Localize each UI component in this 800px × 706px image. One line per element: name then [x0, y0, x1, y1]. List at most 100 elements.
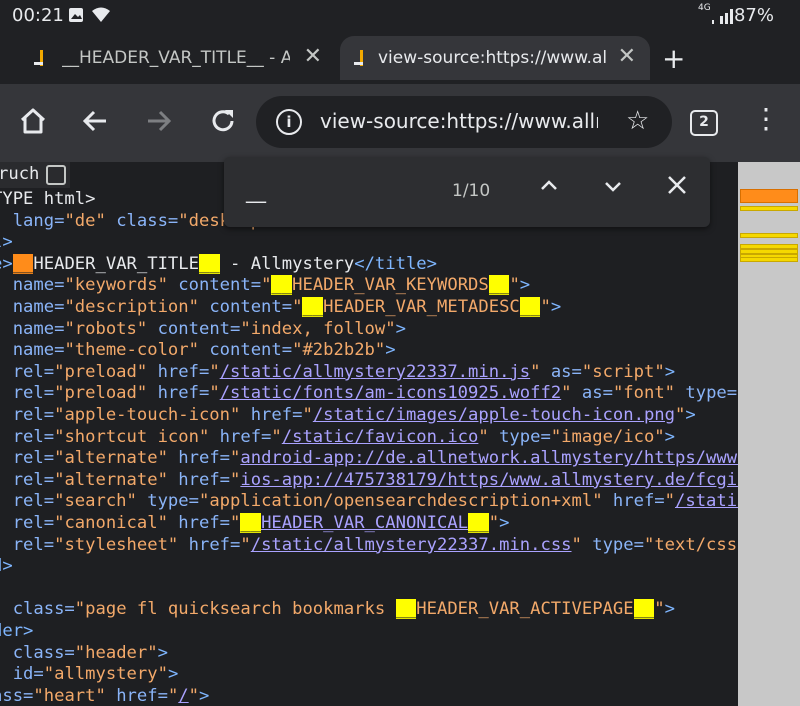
tab-switcher-button[interactable]: 2	[690, 110, 718, 136]
info-icon[interactable]: i	[276, 109, 302, 135]
new-tab-plus-icon[interactable]: +	[662, 42, 685, 75]
source-token: - Allmystery	[219, 253, 355, 274]
source-token: >	[664, 426, 676, 447]
home-icon[interactable]	[16, 106, 50, 140]
source-token: l>	[0, 232, 13, 253]
line-wrap-checkbox[interactable]	[46, 165, 66, 185]
reload-icon[interactable]	[206, 106, 240, 140]
source-link[interactable]: /static/allmystery22337.min.js	[220, 362, 530, 382]
source-token: "stylesheet"	[54, 534, 179, 555]
source-token: "	[230, 513, 241, 533]
source-token: >	[385, 340, 396, 361]
source-line: rel="canonical" href="__HEADER_VAR_CANON…	[0, 513, 509, 535]
scrollbar-find-markers[interactable]	[738, 162, 800, 706]
source-link[interactable]: android-app://de.allnetwork.allmystery/h…	[240, 448, 738, 468]
source-token: >	[664, 361, 676, 382]
source-token: class=	[105, 210, 179, 231]
source-token: "	[292, 297, 303, 317]
source-line: TYPE html>	[0, 189, 95, 211]
close-icon[interactable]: ✕	[618, 44, 636, 69]
match-marker[interactable]	[740, 257, 798, 263]
more-menu-icon[interactable]: ⋮	[752, 102, 780, 135]
source-token: "header"	[74, 642, 158, 663]
url-text[interactable]: view-source:https://www.allmystery.de	[320, 109, 598, 133]
source-token: href=	[178, 534, 241, 555]
source-token: class=	[0, 642, 75, 663]
source-link[interactable]: /static/fonts/am-icons10925.woff2	[220, 383, 561, 403]
current-match-marker[interactable]	[740, 189, 798, 204]
source-token: "	[230, 469, 241, 490]
bookmark-star-icon[interactable]: ☆	[626, 106, 649, 136]
source-link[interactable]: /static/favicon.ico	[282, 427, 479, 447]
find-match: __	[488, 275, 510, 296]
source-token: "preload"	[54, 361, 148, 382]
source-token: rel=	[12, 513, 55, 533]
back-arrow-icon[interactable]	[78, 106, 112, 140]
source-token: >	[395, 318, 406, 339]
source-token: "keywords"	[64, 275, 168, 296]
source-line: rel="stylesheet" href="/static/allmyster…	[0, 535, 738, 557]
network-type: 4G	[698, 3, 711, 13]
source-line: name="keywords" content="__HEADER_VAR_KE…	[0, 275, 530, 297]
source-link[interactable]: ios-app://475738179/https/www.allmystery…	[240, 470, 738, 490]
close-find-icon[interactable]	[660, 173, 694, 207]
find-in-page-bar: __ 1/10	[224, 157, 710, 227]
source-token: "	[674, 405, 686, 425]
tab-view-source[interactable]: view-source:https://www.allmystery.de ✕	[340, 36, 650, 80]
find-match: __	[271, 275, 293, 296]
source-token: rel=	[12, 534, 55, 555]
match-marker[interactable]	[740, 232, 798, 238]
status-bar: 00:21 4G 87%	[0, 0, 800, 34]
line-wrap-label: ruch	[0, 164, 40, 184]
source-token: "description"	[64, 297, 199, 317]
line-wrap-toggle[interactable]: ruch	[0, 162, 70, 188]
tab-allmystery[interactable]: __HEADER_VAR_TITLE__ - Allmystery ✕	[0, 36, 336, 80]
source-line: rel="apple-touch-icon" href="/static/ima…	[0, 405, 696, 427]
tab-title: __HEADER_VAR_TITLE__ - Allmystery	[62, 48, 290, 68]
source-link[interactable]: /static/allmystery22337.min.css	[251, 535, 572, 555]
source-token: ass=	[0, 685, 34, 706]
source-line: der>	[0, 621, 33, 643]
match-marker[interactable]	[740, 249, 798, 255]
source-token: href=	[167, 448, 231, 469]
source-line: rel="alternate" href="android-app://de.a…	[0, 448, 738, 470]
source-token: type=	[488, 426, 551, 447]
source-link[interactable]: HEADER_VAR_CANONICAL	[261, 513, 468, 533]
source-token: rel=	[12, 383, 55, 404]
source-link[interactable]: /static	[675, 491, 738, 511]
source-view[interactable]: ruch TYPE html> lang="de" class="desktop…	[0, 162, 738, 706]
source-token: "	[561, 383, 572, 404]
allmystery-favicon-icon	[354, 48, 368, 68]
source-token: href=	[105, 685, 168, 706]
source-line: d>	[0, 556, 13, 578]
wifi-icon	[92, 7, 110, 27]
chevron-down-icon[interactable]	[596, 173, 630, 207]
source-token: "	[302, 405, 313, 425]
source-link[interactable]: /static/images/apple-touch-icon.png	[313, 405, 675, 425]
allmystery-favicon-icon	[34, 48, 48, 68]
source-line: rel="shortcut icon" href="/static/favico…	[0, 427, 675, 449]
source-token: type=	[581, 534, 644, 555]
source-token: TYPE html>	[0, 189, 96, 209]
find-input[interactable]: __	[246, 179, 426, 203]
source-token: href=	[209, 426, 272, 447]
chevron-up-icon[interactable]	[532, 173, 566, 207]
forward-arrow-icon[interactable]	[142, 106, 176, 140]
source-link[interactable]: /	[178, 686, 188, 706]
source-token: "alternate"	[54, 469, 168, 490]
match-marker[interactable]	[740, 243, 798, 249]
source-token: "preload"	[54, 383, 148, 404]
source-token: "apple-touch-icon"	[54, 405, 241, 425]
source-token: "	[209, 383, 220, 404]
source-token: class=	[0, 599, 75, 620]
source-token: "application/opensearchdescription+xml"	[198, 491, 603, 512]
source-line: rel="preload" href="/static/allmystery22…	[0, 362, 675, 384]
source-token: HEADER_VAR_ACTIVEPAGE	[416, 599, 634, 620]
source-token: "	[188, 685, 200, 706]
match-marker[interactable]	[740, 205, 798, 211]
source-token: "page fl quicksearch bookmarks	[74, 599, 396, 620]
source-token: name=	[12, 318, 65, 339]
address-bar[interactable]: i view-source:https://www.allmystery.de …	[256, 96, 672, 148]
close-icon[interactable]: ✕	[304, 44, 322, 69]
find-match: __	[302, 297, 324, 317]
